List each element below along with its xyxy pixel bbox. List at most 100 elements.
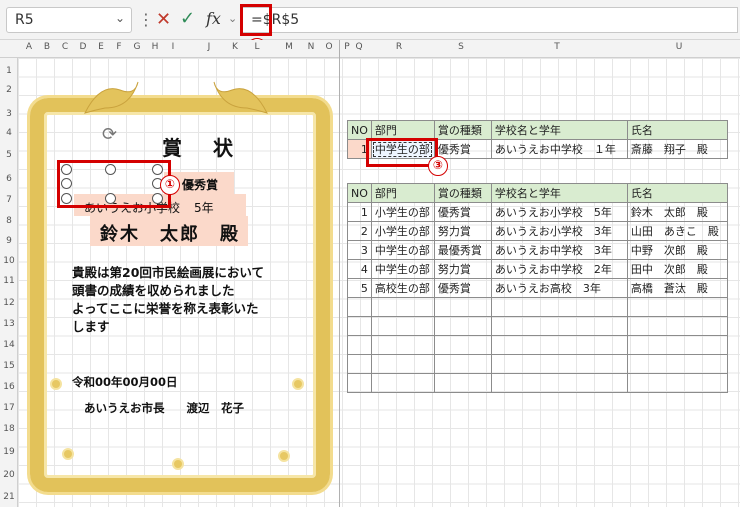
table-cell[interactable]: 最優秀賞 <box>433 240 492 260</box>
resize-handle[interactable] <box>105 164 116 175</box>
table-cell[interactable] <box>347 297 372 317</box>
row-14[interactable]: 14 <box>0 340 18 350</box>
col-c[interactable]: C <box>58 42 72 52</box>
col-o[interactable]: O <box>322 42 336 52</box>
table-cell[interactable] <box>490 335 628 355</box>
table-cell[interactable] <box>433 316 492 336</box>
table-cell[interactable] <box>370 373 435 393</box>
row-17[interactable]: 17 <box>0 403 18 413</box>
col-l[interactable]: L <box>250 42 264 52</box>
table-cell[interactable] <box>626 316 728 336</box>
rotate-handle-icon[interactable]: ⟳ <box>102 124 117 145</box>
cancel-icon[interactable]: ✕ <box>156 9 171 30</box>
name-box[interactable]: R5 ⌄ <box>6 7 132 33</box>
table-cell[interactable]: 中学生の部 <box>370 259 435 279</box>
table-cell[interactable]: 1 <box>347 202 372 222</box>
col-q[interactable]: Q <box>352 42 366 52</box>
resize-handle[interactable] <box>152 193 163 204</box>
table-cell[interactable]: あいうえお高校 3年 <box>490 278 628 298</box>
resize-handle[interactable] <box>61 178 72 189</box>
col-m[interactable]: M <box>282 42 296 52</box>
table-cell[interactable]: 高校生の部 <box>370 278 435 298</box>
formula-input[interactable]: =$R$5 <box>240 7 738 33</box>
row-6[interactable]: 6 <box>0 174 18 184</box>
table-cell[interactable]: 優秀賞 <box>433 202 492 222</box>
table-cell[interactable]: 鈴木 太郎 殿 <box>626 202 728 222</box>
row-16[interactable]: 16 <box>0 382 18 392</box>
header-cell[interactable]: 部門 <box>370 183 435 203</box>
table-cell[interactable] <box>433 335 492 355</box>
header-cell[interactable]: NO <box>347 183 372 203</box>
table-cell[interactable]: 努力賞 <box>433 259 492 279</box>
col-d[interactable]: D <box>76 42 90 52</box>
row-15[interactable]: 15 <box>0 361 18 371</box>
row-10[interactable]: 10 <box>0 256 18 266</box>
table-cell[interactable]: 3 <box>347 240 372 260</box>
col-j[interactable]: J <box>202 42 216 52</box>
row-20[interactable]: 20 <box>0 470 18 480</box>
header-cell[interactable]: 氏名 <box>626 120 728 140</box>
table-cell[interactable]: 山田 あきこ 殿 <box>626 221 728 241</box>
table-cell[interactable] <box>490 354 628 374</box>
resize-handle[interactable] <box>152 164 163 175</box>
col-i[interactable]: I <box>166 42 180 52</box>
header-cell[interactable]: NO <box>347 120 372 140</box>
table-cell[interactable]: あいうえお中学校 3年 <box>490 240 628 260</box>
col-g[interactable]: G <box>130 42 144 52</box>
row-5[interactable]: 5 <box>0 150 18 160</box>
table-cell[interactable]: 中学生の部 <box>370 240 435 260</box>
table-cell[interactable] <box>370 335 435 355</box>
row-13[interactable]: 13 <box>0 319 18 329</box>
table-cell[interactable]: 優秀賞 <box>433 278 492 298</box>
table-cell[interactable]: 小学生の部 <box>370 202 435 222</box>
col-h[interactable]: H <box>148 42 162 52</box>
table-cell[interactable] <box>370 297 435 317</box>
col-a[interactable]: A <box>22 42 36 52</box>
insert-function-icon[interactable]: fx <box>206 9 221 28</box>
table-cell[interactable] <box>626 335 728 355</box>
row-2[interactable]: 2 <box>0 85 18 95</box>
row-1[interactable]: 1 <box>0 66 18 76</box>
table-cell[interactable]: 小学生の部 <box>370 221 435 241</box>
table-cell[interactable] <box>490 297 628 317</box>
row-4[interactable]: 4 <box>0 128 18 138</box>
row-19[interactable]: 19 <box>0 447 18 457</box>
table-cell[interactable]: 4 <box>347 259 372 279</box>
row-8[interactable]: 8 <box>0 216 18 226</box>
col-r[interactable]: R <box>392 42 406 52</box>
col-b[interactable]: B <box>40 42 54 52</box>
row-11[interactable]: 11 <box>0 276 18 286</box>
table-cell[interactable]: あいうえお中学校 2年 <box>490 259 628 279</box>
table-cell[interactable]: 田中 次郎 殿 <box>626 259 728 279</box>
row-9[interactable]: 9 <box>0 236 18 246</box>
col-t[interactable]: T <box>550 42 564 52</box>
row-12[interactable]: 12 <box>0 298 18 308</box>
col-e[interactable]: E <box>94 42 108 52</box>
table-cell[interactable] <box>433 297 492 317</box>
col-f[interactable]: F <box>112 42 126 52</box>
resize-handle[interactable] <box>61 164 72 175</box>
award-text[interactable]: 優秀賞 <box>182 176 218 193</box>
table-cell[interactable] <box>370 316 435 336</box>
table-cell[interactable] <box>626 297 728 317</box>
table-cell[interactable] <box>490 316 628 336</box>
col-u[interactable]: U <box>672 42 686 52</box>
row-7[interactable]: 7 <box>0 195 18 205</box>
resize-handle[interactable] <box>105 193 116 204</box>
header-cell[interactable]: 学校名と学年 <box>490 183 628 203</box>
col-n[interactable]: N <box>304 42 318 52</box>
table-cell[interactable] <box>433 373 492 393</box>
header-cell[interactable]: 部門 <box>370 120 435 140</box>
header-cell[interactable]: 賞の種類 <box>433 183 492 203</box>
table-cell[interactable] <box>347 316 372 336</box>
col-k[interactable]: K <box>228 42 242 52</box>
recipient-name[interactable]: 鈴木 太郎 殿 <box>100 220 240 246</box>
header-cell[interactable]: 氏名 <box>626 183 728 203</box>
table-cell[interactable] <box>626 354 728 374</box>
table-cell[interactable] <box>490 373 628 393</box>
table-cell[interactable]: あいうえお小学校 5年 <box>490 202 628 222</box>
table-cell[interactable] <box>626 373 728 393</box>
table-cell[interactable]: 優秀賞 <box>433 139 492 159</box>
chevron-down-icon[interactable]: ⌄ <box>228 12 237 25</box>
table-cell[interactable] <box>347 335 372 355</box>
